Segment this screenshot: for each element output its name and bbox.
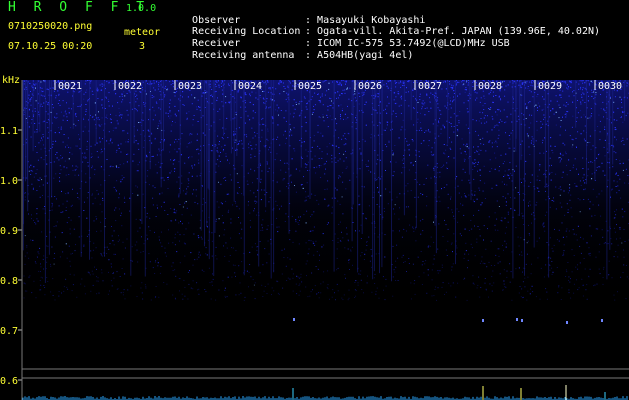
y-tick-label: 0.6	[0, 376, 18, 387]
echo-blip	[516, 318, 518, 321]
meteor-label: meteor	[124, 27, 161, 38]
y-tick-label: 1.1	[0, 126, 18, 137]
x-tick-label: 0022	[118, 81, 142, 92]
x-tick-label: 0024	[238, 81, 262, 92]
echo-blip	[521, 319, 523, 322]
echo-blip	[566, 321, 568, 324]
x-tick-label: 0026	[358, 81, 382, 92]
x-tick-label: 0027	[418, 81, 442, 92]
x-tick-label: 0029	[538, 81, 562, 92]
echo-blip	[482, 319, 484, 322]
info-key: Receiving antenna	[192, 50, 295, 61]
y-tick-label: 0.9	[0, 226, 18, 237]
x-tick-label: 0021	[58, 81, 82, 92]
date-time: 07.10.25 00:20	[8, 41, 93, 52]
x-tick-label: 0025	[298, 81, 322, 92]
spectrogram-plot: 1.1 1.0 0.9 0.8 0.7 0.6 0021 0022 0023 0024 0025 0…	[0, 80, 629, 400]
y-tick-label: 0.7	[0, 326, 18, 337]
app-version: 1.0.0	[126, 3, 157, 14]
meteor-count: 3	[139, 41, 146, 52]
y-tick-label: 1.0	[0, 176, 18, 187]
y-axis: 1.1 1.0 0.9 0.8 0.7 0.6	[0, 80, 23, 400]
info-value: A504HB(yagi 4el)	[317, 50, 414, 61]
info-antenna: Receiving antenna: A504HB(yagi 4el)	[192, 50, 414, 61]
x-tick-label: 0023	[178, 81, 202, 92]
file-name: 0710250020.png	[8, 21, 93, 32]
noise-background	[22, 80, 629, 310]
y-tick-label: 0.8	[0, 276, 18, 287]
echo-blip	[293, 318, 295, 321]
x-tick-label: 0030	[598, 81, 622, 92]
echo-blip	[601, 319, 603, 322]
axis-unit-label: kHz	[2, 75, 21, 86]
bottom-trace	[22, 385, 628, 400]
x-tick-label: 0028	[478, 81, 502, 92]
